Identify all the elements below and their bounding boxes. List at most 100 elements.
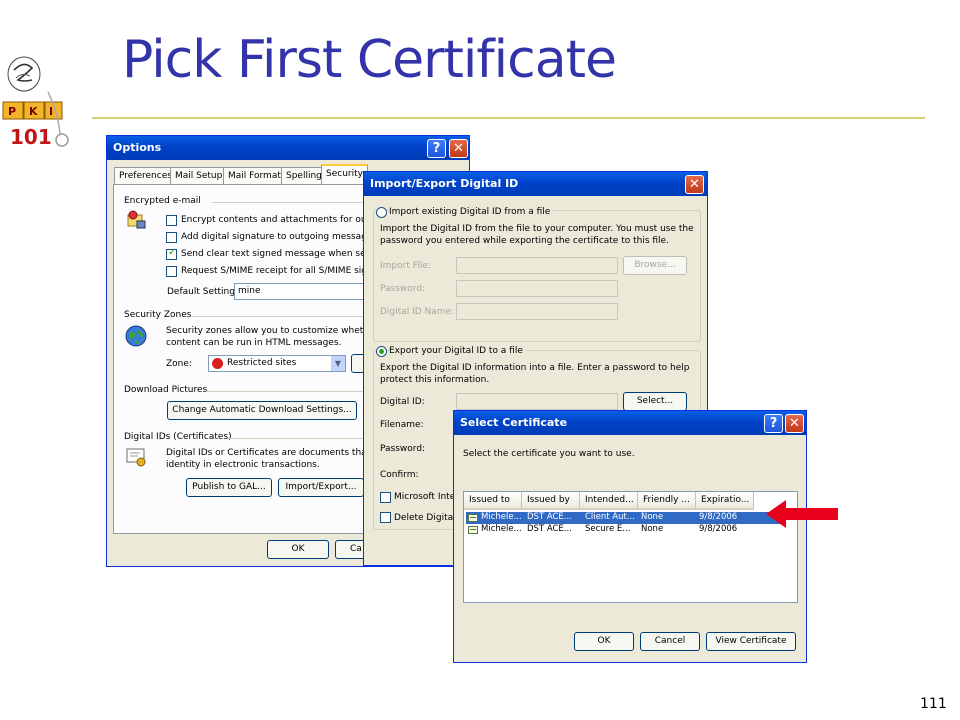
chevron-down-icon[interactable]: ▼ [331, 356, 345, 371]
row-expiration: 9/8/2006 [699, 512, 738, 522]
zone-dropdown[interactable]: Restricted sites ▼ [208, 355, 346, 372]
certificate-icon [468, 526, 478, 534]
microsoft-internet-checkbox[interactable] [380, 492, 391, 503]
row-expiration: 9/8/2006 [699, 524, 738, 534]
row-intended: Client Aut... [585, 512, 635, 522]
options-title: Options [113, 141, 162, 154]
request-receipt-checkbox-label: Request S/MIME receipt for all S/MIME si… [181, 266, 379, 276]
security-zones-text-1: Security zones allow you to customize wh… [166, 326, 386, 336]
import-description-2: password you entered while exporting the… [380, 236, 669, 246]
certificate-row[interactable]: Michele... DST ACE... Client Aut... None… [466, 512, 785, 524]
security-zones-text-2: content can be run in HTML messages. [166, 338, 342, 348]
row-issued-by: DST ACE... [527, 524, 572, 534]
export-radio[interactable] [376, 346, 387, 357]
options-close-button[interactable]: ✕ [449, 139, 468, 158]
import-password-field [456, 280, 618, 297]
digital-id-field [456, 393, 618, 410]
svg-text:101: 101 [10, 125, 52, 149]
zone-label: Zone: [166, 359, 192, 369]
select-certificate-ok-button[interactable]: OK [574, 632, 634, 651]
options-help-button[interactable]: ? [427, 139, 446, 158]
import-export-titlebar: Import/Export Digital ID [364, 172, 707, 196]
select-certificate-close-button[interactable]: ✕ [785, 414, 804, 433]
digital-ids-text-2: identity in electronic transactions. [166, 460, 320, 470]
tab-mail-setup[interactable]: Mail Setup [170, 167, 228, 184]
import-description-1: Import the Digital ID from the file to y… [380, 224, 694, 234]
column-issued-by[interactable]: Issued by [522, 492, 580, 510]
lock-envelope-icon [127, 210, 146, 229]
red-arrow-icon [766, 500, 838, 528]
export-password-label: Password: [380, 444, 426, 454]
tab-spelling[interactable]: Spelling [281, 167, 327, 184]
pki-101-logo-icon: P K I 101 [2, 56, 69, 149]
column-friendly-name[interactable]: Friendly ... [638, 492, 696, 510]
digital-id-name-field [456, 303, 618, 320]
encrypted-email-group-label: Encrypted e-mail [124, 196, 201, 206]
digital-ids-text-1: Digital IDs or Certificates are document… [166, 448, 390, 458]
column-intended[interactable]: Intended... [580, 492, 638, 510]
import-password-label: Password: [380, 284, 426, 294]
globe-icon [125, 325, 147, 347]
select-certificate-cancel-button[interactable]: Cancel [640, 632, 700, 651]
send-clear-text-checkbox[interactable] [166, 247, 177, 260]
export-description-2: protect this information. [380, 375, 490, 385]
tab-security[interactable]: Security [321, 164, 368, 185]
confirm-label: Confirm: [380, 470, 419, 480]
import-file-field [456, 257, 618, 274]
import-file-label: Import File: [380, 261, 431, 271]
certificate-list[interactable]: Issued to Issued by Intended... Friendly… [463, 491, 798, 603]
encrypt-checkbox-label: Encrypt contents and attachments for out… [181, 215, 390, 225]
options-titlebar: Options [107, 136, 469, 160]
digital-id-label: Digital ID: [380, 397, 425, 407]
column-expiration[interactable]: Expiratio... [696, 492, 754, 510]
change-download-settings-button[interactable]: Change Automatic Download Settings... [167, 401, 357, 420]
tab-preferences[interactable]: Preferences [114, 167, 177, 184]
digital-ids-group-label: Digital IDs (Certificates) [124, 432, 232, 442]
browse-button: Browse... [623, 256, 687, 275]
svg-text:P: P [8, 105, 16, 118]
tab-mail-format[interactable]: Mail Format [223, 167, 286, 184]
import-export-title: Import/Export Digital ID [370, 177, 519, 190]
add-signature-checkbox[interactable] [166, 232, 177, 243]
request-receipt-checkbox[interactable] [166, 266, 177, 277]
select-button[interactable]: Select... [623, 392, 687, 411]
select-certificate-help-button[interactable]: ? [764, 414, 783, 433]
send-clear-text-checkbox-label: Send clear text signed message when send… [181, 249, 386, 259]
row-intended: Secure E... [585, 524, 631, 534]
slide-number: 111 [920, 696, 947, 712]
import-export-close-button[interactable]: ✕ [685, 175, 704, 194]
publish-to-gal-button[interactable]: Publish to GAL... [186, 478, 272, 497]
export-description-1: Export the Digital ID information into a… [380, 363, 690, 373]
row-issued-to: Michele... [481, 524, 521, 534]
download-pictures-group-label: Download Pictures [124, 385, 208, 395]
import-radio-label: Import existing Digital ID from a file [389, 207, 554, 217]
default-setting-label: Default Setting: [167, 287, 239, 297]
options-ok-button[interactable]: OK [267, 540, 329, 559]
import-radio[interactable] [376, 207, 387, 218]
delete-digital-id-checkbox-label: Delete Digital I [394, 513, 462, 523]
view-certificate-button[interactable]: View Certificate [706, 632, 796, 651]
certificate-icon [126, 448, 146, 467]
zone-dropdown-value: Restricted sites [227, 358, 297, 368]
security-zones-group-label: Security Zones [124, 310, 192, 320]
encrypt-checkbox[interactable] [166, 215, 177, 226]
export-radio-label: Export your Digital ID to a file [389, 346, 526, 356]
select-certificate-titlebar: Select Certificate [454, 411, 806, 435]
column-issued-to[interactable]: Issued to [464, 492, 522, 510]
delete-digital-id-checkbox[interactable] [380, 512, 391, 523]
add-signature-checkbox-label: Add digital signature to outgoing messag… [181, 232, 378, 242]
digital-id-name-label: Digital ID Name: [380, 307, 455, 317]
certificate-icon [468, 514, 478, 522]
title-underline [92, 117, 925, 119]
row-friendly: None [641, 524, 664, 534]
select-certificate-instruction: Select the certificate you want to use. [463, 449, 635, 459]
select-certificate-title: Select Certificate [460, 416, 568, 429]
svg-text:I: I [49, 105, 53, 118]
svg-text:K: K [29, 105, 38, 118]
certificate-row[interactable]: Michele... DST ACE... Secure E... None 9… [466, 524, 785, 536]
import-export-button[interactable]: Import/Export... [278, 478, 364, 497]
filename-label: Filename: [380, 420, 424, 430]
restricted-sites-icon [212, 358, 223, 369]
slide-title: Pick First Certificate [122, 30, 617, 90]
row-issued-to: Michele... [481, 512, 521, 522]
